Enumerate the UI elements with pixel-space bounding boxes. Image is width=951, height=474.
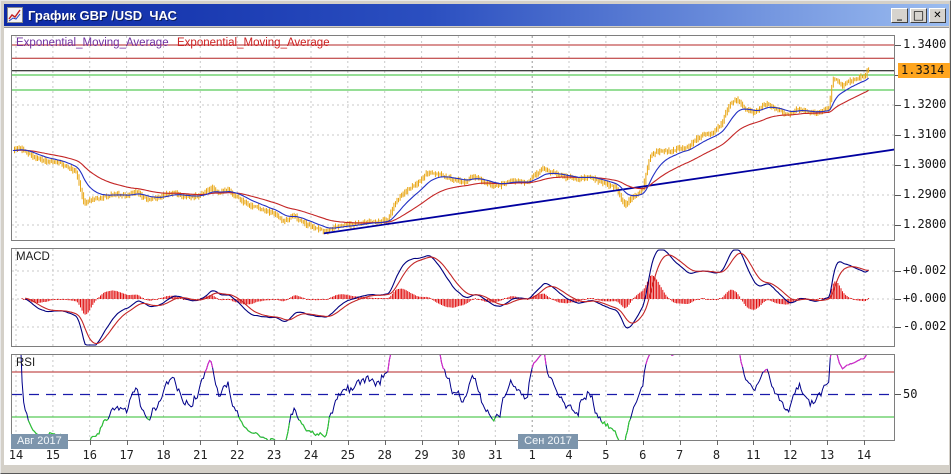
time-axis-label: 14 [8,448,24,462]
chart-window: График GBP /USD ЧАС _ □ ✕ Exponential_Mo… [0,0,951,474]
time-axis-tick [310,440,312,445]
time-axis-tick [274,440,276,445]
time-axis-tick [126,440,128,445]
time-axis-label: 24 [303,448,319,462]
price-axis-tick [895,44,901,46]
time-axis-label: 11 [746,448,761,462]
macd-label: MACD [16,251,50,263]
time-axis-label: 28 [377,448,392,462]
rsi-panel[interactable] [11,338,895,451]
rsi-label: RSI [16,357,36,369]
time-axis-label: 29 [414,448,429,462]
time-axis-label: 15 [45,448,61,462]
time-axis-tick [458,440,460,445]
price-bars [14,67,870,235]
ema-fast-legend: Exponential_Moving_Average [16,37,169,49]
time-axis-label: 8 [712,448,721,462]
time-axis-label: 31 [488,448,503,462]
minimize-button[interactable]: _ [891,7,908,23]
window-controls: _ □ ✕ [891,7,946,23]
macd-axis-label: -0.002 [903,319,947,333]
time-axis-tick [864,440,865,445]
time-axis-tick [347,440,349,445]
close-icon: ✕ [933,9,942,21]
price-axis-tick [895,224,901,226]
time-axis-tick [605,440,607,445]
time-axis-label: 23 [266,448,282,462]
rsi-axis-tick [895,394,901,395]
time-axis-tick [200,440,202,445]
time-axis-tick [384,440,386,445]
time-axis-label: 4 [565,448,573,462]
macd-axis-tick [895,270,901,272]
current-price-tag: 1.3314 [898,62,950,78]
ema-slow-legend: Exponential_Moving_Average [177,37,330,49]
time-axis-tick [163,440,165,445]
time-axis-tick [716,440,718,445]
price-axis-label: 1.2900 [903,187,947,201]
price-axis-label: 1.3100 [903,127,947,141]
time-axis-label: 18 [156,448,171,462]
title-bar[interactable]: График GBP /USD ЧАС _ □ ✕ [4,4,949,26]
time-axis-tick [827,440,829,445]
time-axis-label: 13 [819,448,835,462]
minimize-icon: _ [897,9,902,21]
price-axis-tick [895,134,901,136]
month-label: Авг 2017 [11,434,68,449]
time-axis-tick [421,440,423,445]
rsi-line [15,338,870,451]
price-axis-tick [895,104,901,106]
macd-panel[interactable] [11,248,895,347]
price-axis-label: 1.2800 [903,217,947,231]
price-axis-label: 1.3200 [903,97,947,111]
time-axis-label: 17 [119,448,134,462]
time-axis-label: 14 [856,448,872,462]
trendline [323,148,896,235]
price-axis-tick [895,194,901,196]
maximize-icon: □ [912,8,925,22]
time-axis-label: 16 [82,448,97,462]
month-label: Сен 2017 [518,434,578,449]
time-axis-label: 12 [783,448,798,462]
price-chart-panel[interactable] [11,35,896,241]
time-axis-label: 6 [639,448,647,462]
macd-axis-label: +0.002 [903,263,947,277]
time-axis-tick [89,440,91,445]
macd-histogram [21,275,870,315]
price-axis-tick [895,164,901,166]
time-axis-label: 22 [229,448,245,462]
time-axis-tick [753,440,755,445]
chart-icon [7,7,23,23]
rsi-axis-label: 50 [903,386,918,401]
time-axis-label: 5 [602,448,610,462]
chart-client-area: Exponential_Moving_Average Exponential_M… [4,27,950,465]
time-axis-tick [642,440,644,445]
time-axis-tick [790,440,792,445]
time-axis-label: 30 [451,448,466,462]
macd-axis-tick [895,298,901,300]
price-axis-label: 1.3400 [903,37,947,51]
ema-fast-line [12,77,869,229]
time-axis-label: 7 [676,448,684,462]
macd-line [24,249,869,346]
time-axis-label: 21 [193,448,208,462]
time-axis-tick [237,440,239,445]
macd-axis-tick [895,326,901,328]
window-title: График GBP /USD ЧАС [28,7,177,23]
rsi-overbought-segment [15,338,870,373]
macd-signal-line [25,252,869,345]
close-button[interactable]: ✕ [929,7,946,23]
time-axis-tick [679,440,681,445]
price-axis-label: 1.3000 [903,157,947,171]
macd-axis-label: +0.000 [903,291,947,305]
maximize-button[interactable]: □ [910,7,927,23]
time-axis-label: 25 [340,448,356,462]
time-axis-tick [495,440,497,445]
time-axis-label: 1 [528,448,536,462]
